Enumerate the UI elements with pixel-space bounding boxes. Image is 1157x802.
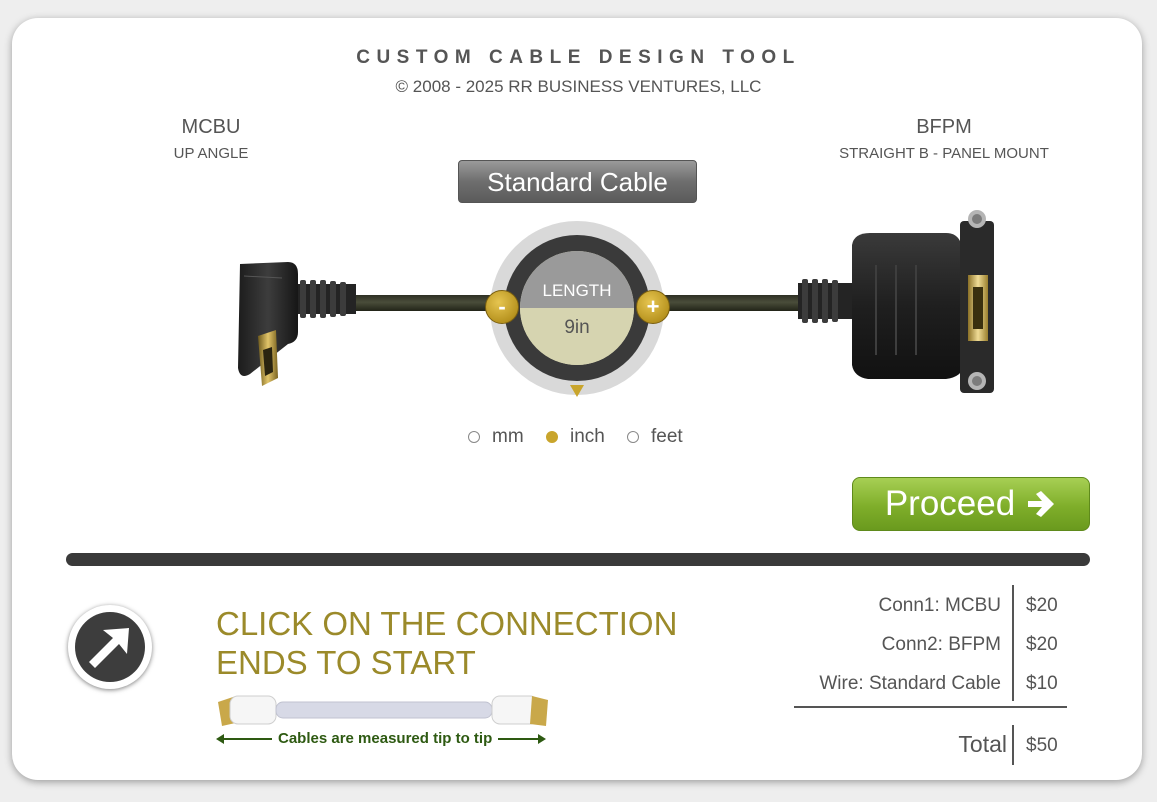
connector-left-description: UP ANGLE	[173, 145, 249, 162]
price-item-value-1: $20	[1026, 595, 1058, 616]
tip-caption: Cables are measured tip to tip	[278, 730, 493, 747]
price-item-value-3: $10	[1026, 673, 1058, 694]
tip-measure-row: Cables are measured tip to tip	[216, 730, 552, 747]
price-total-rule	[794, 706, 1067, 708]
total-column-divider	[1012, 725, 1014, 765]
section-divider	[66, 553, 1090, 566]
connector-right-description: STRAIGHT B - PANEL MOUNT	[839, 145, 1049, 162]
arrow-right-icon	[1028, 491, 1055, 517]
length-display: LENGTH 9in	[520, 251, 634, 365]
unit-option-inch[interactable]: inch	[546, 426, 605, 448]
instruction-text: CLICK ON THE CONNECTION ENDS TO START	[216, 604, 677, 682]
connector-right-code: BFPM	[916, 116, 972, 138]
length-increase-button[interactable]: +	[636, 290, 670, 324]
copyright-text: © 2008 - 2025 RR BUSINESS VENTURES, LLC	[395, 77, 762, 96]
length-decrease-button[interactable]: -	[485, 290, 519, 324]
connector-left-code: MCBU	[181, 116, 241, 138]
arrow-right-small-icon	[498, 733, 547, 744]
cable-tip-illustration: Cables are measured tip to tip	[216, 690, 552, 752]
micro-usb-up-angle-icon	[238, 262, 356, 386]
unit-label-inch: inch	[570, 426, 605, 447]
arrow-left-icon	[216, 733, 272, 744]
usb-b-panel-mount-icon	[798, 210, 994, 393]
arrow-up-right-icon	[75, 612, 145, 682]
instruction-line-1: CLICK ON THE CONNECTION	[216, 605, 678, 642]
price-column-divider	[1012, 585, 1014, 701]
wire-type-button[interactable]: Standard Cable	[458, 160, 697, 203]
price-item-label-3: Wire: Standard Cable	[819, 673, 1001, 694]
page-title: CUSTOM CABLE DESIGN TOOL	[356, 47, 801, 68]
length-label: LENGTH	[520, 251, 634, 308]
price-item-label-2: Conn2: BFPM	[881, 634, 1001, 655]
cable-wire-left	[354, 295, 494, 311]
start-hint-badge	[68, 605, 152, 689]
connector-left-image[interactable]	[230, 250, 360, 390]
unit-option-mm[interactable]: mm	[468, 426, 524, 448]
cable-diagram-icon	[218, 695, 548, 726]
total-value: $50	[1026, 735, 1058, 756]
price-item-label-1: Conn1: MCBU	[878, 595, 1002, 616]
unit-label-feet: feet	[651, 426, 683, 447]
instruction-line-2: ENDS TO START	[216, 644, 476, 681]
price-item-value-2: $20	[1026, 634, 1058, 655]
radio-feet[interactable]	[627, 431, 639, 443]
length-value: 9in	[520, 308, 634, 365]
connector-right-image[interactable]	[796, 205, 1006, 405]
radio-inch[interactable]	[546, 431, 558, 443]
cable-wire-right	[664, 295, 804, 311]
unit-label-mm: mm	[492, 426, 524, 447]
total-label: Total	[958, 731, 1007, 757]
unit-option-feet[interactable]: feet	[627, 426, 683, 448]
proceed-label: Proceed	[884, 484, 1016, 523]
radio-mm[interactable]	[468, 431, 480, 443]
proceed-button[interactable]: Proceed	[852, 477, 1090, 531]
dial-pointer-icon	[570, 385, 584, 397]
